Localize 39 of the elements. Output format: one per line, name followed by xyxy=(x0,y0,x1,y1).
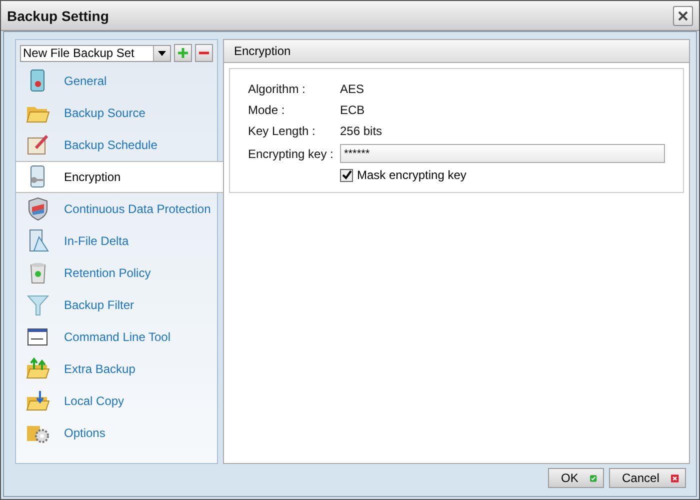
cross-icon xyxy=(671,472,679,484)
encrypting-key-field[interactable]: ****** xyxy=(340,144,665,163)
sidebar-item[interactable]: Backup Schedule xyxy=(16,129,217,161)
sidebar-item[interactable]: Local Copy xyxy=(16,385,217,417)
sidebar-item[interactable]: Backup Source xyxy=(16,97,217,129)
close-icon xyxy=(677,10,689,22)
sidebar-item[interactable]: Retention Policy xyxy=(16,257,217,289)
close-button[interactable] xyxy=(673,6,693,26)
window-title: Backup Setting xyxy=(7,8,109,24)
field-value: AES xyxy=(340,81,366,97)
field-label: Algorithm : xyxy=(248,81,306,97)
ok-button[interactable]: OK xyxy=(548,468,604,488)
field-value: 256 bits xyxy=(340,123,384,139)
field-label: Key Length : xyxy=(248,123,316,139)
caret-icon xyxy=(158,50,166,56)
sidebar-item[interactable]: Options xyxy=(16,417,217,449)
folder-up-icon xyxy=(26,357,50,381)
field-value: ECB xyxy=(340,102,366,118)
checkbox[interactable] xyxy=(340,168,353,182)
sidebar-item[interactable]: General xyxy=(16,65,217,97)
sidebar-item[interactable]: Continuous Data Protection xyxy=(16,193,217,225)
cancel-button[interactable]: Cancel xyxy=(609,468,686,488)
sidebar-item[interactable]: In-File Delta xyxy=(16,225,217,257)
field-label: Mode : xyxy=(248,102,286,118)
sidebar-item[interactable]: Extra Backup xyxy=(16,353,217,385)
check-icon xyxy=(590,472,597,484)
panel-title: Encryption xyxy=(234,44,291,58)
plus-icon xyxy=(178,48,188,58)
add-button[interactable] xyxy=(174,44,192,62)
remove-button[interactable] xyxy=(195,44,213,62)
shield-icon xyxy=(26,197,50,221)
funnel-icon xyxy=(26,293,50,317)
sidebar-item[interactable]: Command Line Tool xyxy=(16,321,217,353)
sidebar-item[interactable]: Encryption xyxy=(16,161,223,193)
mask-key-checkbox[interactable]: Mask encrypting key xyxy=(340,168,665,182)
sidebar-item[interactable]: Backup Filter xyxy=(16,289,217,321)
backup-set-dropdown[interactable]: New File Backup Set xyxy=(20,44,171,62)
field-label: Encrypting key : xyxy=(248,146,334,162)
folder-down-icon xyxy=(26,389,50,413)
